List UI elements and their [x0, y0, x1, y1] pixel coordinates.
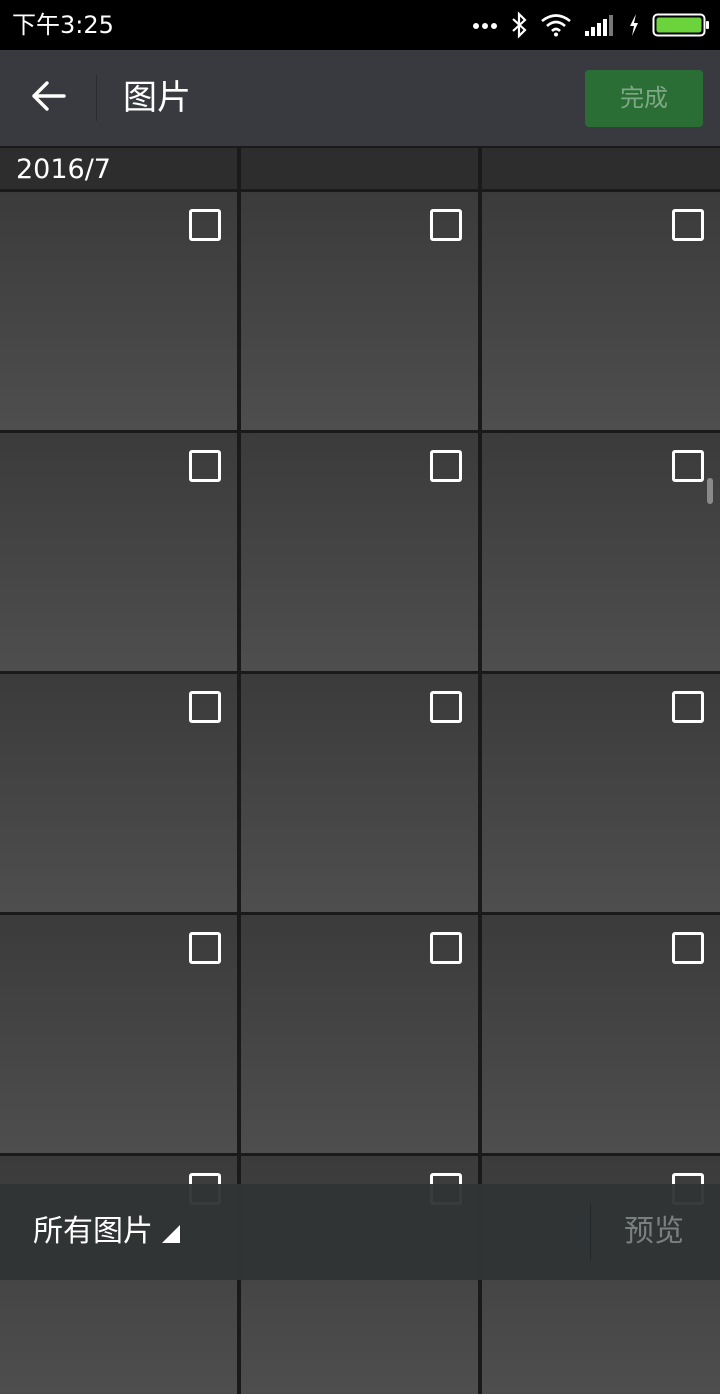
photo-tile[interactable] [241, 433, 478, 671]
date-cell: 2016/7 [0, 148, 237, 189]
date-label: 2016/7 [16, 154, 111, 185]
header-divider [96, 75, 97, 121]
checkbox-empty-icon[interactable] [672, 691, 704, 723]
checkbox-empty-icon[interactable] [672, 209, 704, 241]
checkbox-empty-icon[interactable] [430, 691, 462, 723]
album-selector[interactable]: 所有图片 [33, 1212, 181, 1252]
checkbox-empty-icon[interactable] [672, 932, 704, 964]
photo-tile[interactable] [241, 915, 478, 1153]
photo-tile[interactable] [241, 192, 478, 430]
bottom-bar: 所有图片 预览 [0, 1184, 720, 1280]
caret-corner-icon [161, 1224, 181, 1248]
date-cell [482, 148, 720, 189]
charging-icon [628, 13, 640, 37]
checkbox-empty-icon[interactable] [430, 932, 462, 964]
photo-tile[interactable] [0, 674, 237, 912]
album-label: 所有图片 [33, 1214, 153, 1249]
arrow-left-icon [30, 80, 66, 116]
photo-tile[interactable] [0, 192, 237, 430]
date-cell [241, 148, 478, 189]
photo-tile[interactable] [241, 674, 478, 912]
checkbox-empty-icon[interactable] [672, 450, 704, 482]
page-title: 图片 [123, 78, 191, 118]
checkbox-empty-icon[interactable] [430, 209, 462, 241]
photo-grid [0, 192, 720, 1394]
date-header-row: 2016/7 [0, 148, 720, 189]
bottom-divider [590, 1204, 591, 1260]
checkbox-empty-icon[interactable] [189, 932, 221, 964]
bluetooth-icon [510, 11, 528, 39]
battery-icon [652, 13, 710, 37]
header-bar: 图片 完成 [0, 50, 720, 146]
done-button[interactable]: 完成 [585, 70, 703, 127]
checkbox-empty-icon[interactable] [189, 450, 221, 482]
status-bar: 下午3:25 [0, 0, 720, 50]
scrollbar-thumb[interactable] [707, 478, 713, 504]
more-dots-icon [472, 20, 498, 30]
photo-tile[interactable] [0, 915, 237, 1153]
wifi-icon [540, 13, 572, 37]
status-time: 下午3:25 [12, 11, 114, 39]
photo-tile[interactable] [482, 674, 720, 912]
checkbox-empty-icon[interactable] [189, 691, 221, 723]
signal-icon [584, 14, 616, 36]
photo-tile[interactable] [482, 915, 720, 1153]
photo-tile[interactable] [482, 433, 720, 671]
photo-tile[interactable] [0, 433, 237, 671]
preview-button[interactable]: 预览 [624, 1212, 684, 1252]
checkbox-empty-icon[interactable] [189, 209, 221, 241]
photo-tile[interactable] [482, 192, 720, 430]
status-icons [472, 8, 710, 42]
checkbox-empty-icon[interactable] [430, 450, 462, 482]
back-button[interactable] [18, 68, 78, 128]
